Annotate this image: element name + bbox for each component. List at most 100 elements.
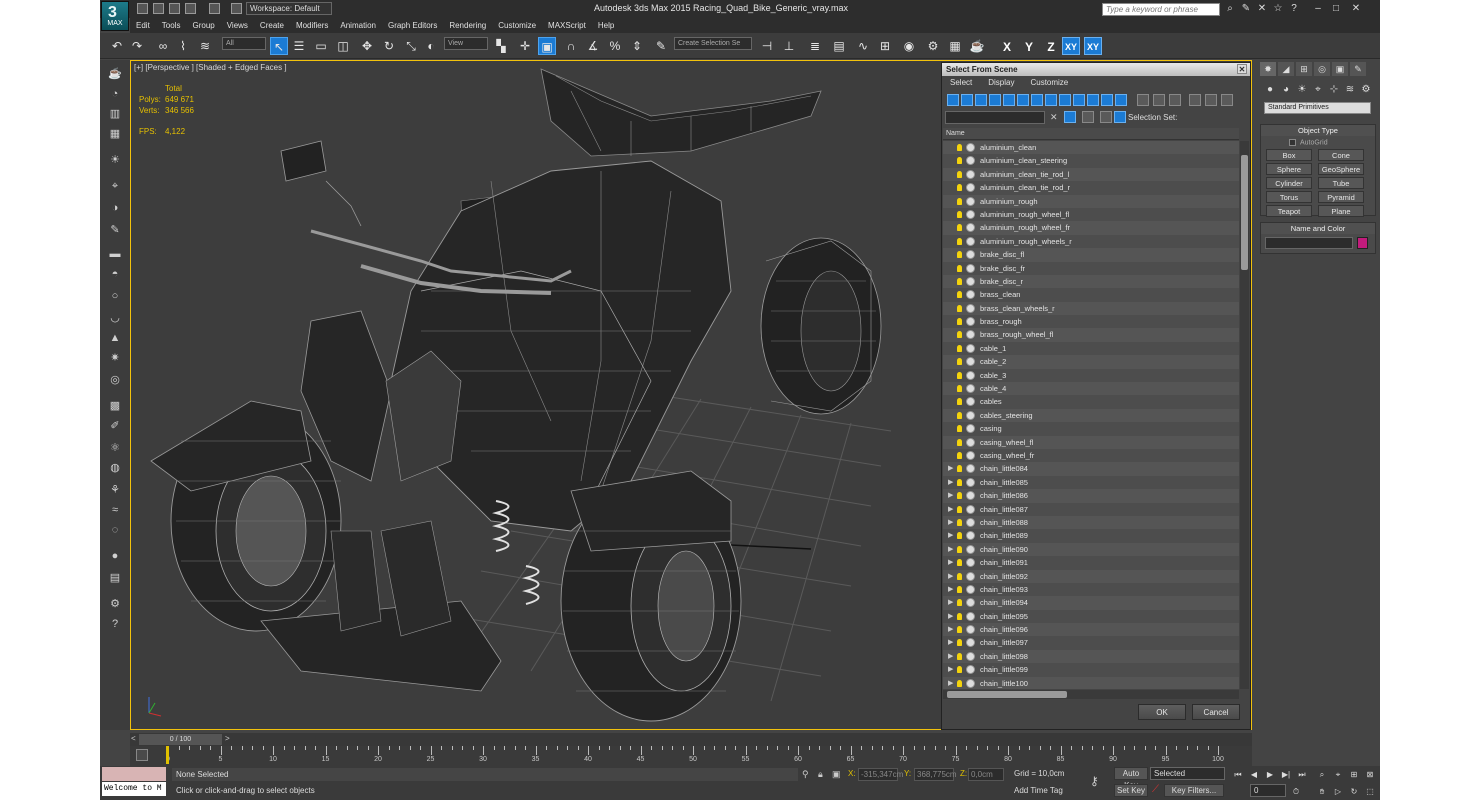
z-coord-field[interactable]: 0,0cm xyxy=(968,768,1004,781)
selection-lock-icon[interactable]: 🔒︎ xyxy=(818,769,823,780)
light-bulb-icon[interactable] xyxy=(957,331,962,339)
light-bulb-icon[interactable] xyxy=(957,358,962,366)
light-bulb-icon[interactable] xyxy=(957,344,962,352)
expand-arrow-icon[interactable]: ▶ xyxy=(948,583,953,596)
hierarchy-tab-icon[interactable]: ⊞ xyxy=(1296,62,1312,76)
graphite-toolset-icon[interactable]: ▤ xyxy=(830,37,848,55)
light-bulb-icon[interactable] xyxy=(957,679,962,687)
paint-icon[interactable]: ✎ xyxy=(107,222,123,238)
keyboard-shortcut-override-icon[interactable]: ▣ xyxy=(538,37,556,55)
list-item[interactable]: brake_disc_fr xyxy=(943,261,1239,275)
light-icon[interactable]: ☀ xyxy=(107,152,123,168)
light-bulb-icon[interactable] xyxy=(957,518,962,526)
list-item[interactable]: ▶ chain_little089 xyxy=(943,529,1239,543)
tube-button[interactable]: Tube xyxy=(1318,177,1364,189)
previous-frame-icon[interactable]: ◀ xyxy=(1248,769,1260,780)
object-name-input[interactable] xyxy=(1265,237,1353,249)
time-slider[interactable]: < 0 / 100 > xyxy=(130,733,1252,746)
list-item[interactable]: ▶ chain_little086 xyxy=(943,489,1239,503)
filter-cameras-icon[interactable] xyxy=(989,94,1001,106)
track-bar[interactable]: 0510152025303540455055606570758085909510… xyxy=(130,746,1252,766)
filter-groups-icon[interactable] xyxy=(1031,94,1043,106)
axis-x-button[interactable]: X xyxy=(998,38,1016,56)
redo-icon[interactable]: ↷ xyxy=(128,37,146,55)
menu-edit[interactable]: Edit xyxy=(130,18,156,33)
save-file-icon[interactable] xyxy=(169,3,180,14)
x-coord-field[interactable]: -315,347cm xyxy=(858,768,903,781)
dialog-menu-customize[interactable]: Customize xyxy=(1022,76,1076,90)
expand-arrow-icon[interactable]: ▶ xyxy=(948,570,953,583)
light-bulb-icon[interactable] xyxy=(957,612,962,620)
filter-selected-icon[interactable] xyxy=(1115,94,1127,106)
axis-z-button[interactable]: Z xyxy=(1042,38,1060,56)
next-frame-icon[interactable]: ▶| xyxy=(1280,769,1292,780)
list-item[interactable]: brake_disc_fl xyxy=(943,248,1239,262)
material-editor-icon[interactable]: ◉ xyxy=(900,37,918,55)
light-bulb-icon[interactable] xyxy=(957,251,962,259)
expand-arrow-icon[interactable]: ▶ xyxy=(948,476,953,489)
sun-icon[interactable]: ✷ xyxy=(107,350,123,366)
filter-containers-icon[interactable] xyxy=(1073,94,1085,106)
dialog-title-bar[interactable]: Select From Scene ✕ xyxy=(942,63,1250,76)
rectangular-selection-icon[interactable]: ▭ xyxy=(312,37,330,55)
light-bulb-icon[interactable] xyxy=(957,545,962,553)
dialog-menu-display[interactable]: Display xyxy=(980,76,1022,90)
app-menu-button[interactable]: 3 MAX xyxy=(101,1,129,31)
favorites-icon[interactable]: ☆ xyxy=(1272,3,1284,15)
select-rotate-icon[interactable]: ↻ xyxy=(380,37,398,55)
menu-customize[interactable]: Customize xyxy=(492,18,542,33)
layer-manager-icon[interactable]: ≣ xyxy=(806,37,824,55)
select-object-icon[interactable]: ↖ xyxy=(270,37,288,55)
material-grid-icon[interactable]: ▤ xyxy=(107,570,123,586)
window-crossing-icon[interactable]: ◫ xyxy=(334,37,352,55)
ok-button[interactable]: OK xyxy=(1138,704,1186,720)
key-set-dropdown[interactable]: Selected xyxy=(1150,767,1225,780)
time-config-icon[interactable]: ⏱︎ xyxy=(1290,786,1302,797)
maxscript-mini-listener[interactable] xyxy=(102,767,166,781)
box-button[interactable]: Box xyxy=(1266,149,1312,161)
light-bulb-icon[interactable] xyxy=(957,585,962,593)
list-item[interactable]: brass_rough_wheel_fl xyxy=(943,328,1239,342)
light-bulb-icon[interactable] xyxy=(957,492,962,500)
list-item[interactable]: brass_clean xyxy=(943,288,1239,302)
sort-list-icon[interactable] xyxy=(1205,94,1217,106)
light-bulb-icon[interactable] xyxy=(957,224,962,232)
curve-editor-icon[interactable]: ∿ xyxy=(854,37,872,55)
space-warps-icon[interactable]: ≋ xyxy=(1344,84,1356,96)
spinner-snap-icon[interactable]: ⇕ xyxy=(628,37,646,55)
axis-y-button[interactable]: Y xyxy=(1020,38,1038,56)
orbit-icon[interactable]: ↻ xyxy=(1348,786,1360,797)
zoom-extents-all-icon[interactable]: ⊠ xyxy=(1364,769,1376,780)
display-tab-icon[interactable]: ▣ xyxy=(1332,62,1348,76)
light-bulb-icon[interactable] xyxy=(957,398,962,406)
list-columns-icon[interactable] xyxy=(1221,94,1233,106)
hair-icon[interactable]: ≈ xyxy=(107,502,123,518)
geosphere-button[interactable]: GeoSphere xyxy=(1318,163,1364,175)
mirror-icon[interactable]: ⊣ xyxy=(758,37,776,55)
add-time-tag[interactable]: Add Time Tag xyxy=(1014,786,1063,795)
list-item[interactable]: casing xyxy=(943,422,1239,436)
list-item[interactable]: brass_rough xyxy=(943,315,1239,329)
bowl-icon[interactable]: ◡ xyxy=(107,310,123,326)
list-item[interactable]: cables_steering xyxy=(943,408,1239,423)
filter-helpers-icon[interactable] xyxy=(1003,94,1015,106)
list-item[interactable]: ▶ chain_little093 xyxy=(943,582,1239,597)
geometry-icon[interactable]: ● xyxy=(1264,84,1276,96)
set-key-button[interactable]: Set Key xyxy=(1114,784,1148,797)
light-bulb-icon[interactable] xyxy=(957,291,962,299)
select-by-name-icon[interactable]: ☰ xyxy=(290,37,308,55)
filter-frozen-icon[interactable] xyxy=(1087,94,1099,106)
axis-xy-cycle-button[interactable]: XY xyxy=(1084,37,1102,55)
light-bulb-icon[interactable] xyxy=(957,184,962,192)
filter-funnel-icon[interactable] xyxy=(1189,94,1201,106)
systems-icon[interactable]: ⚙ xyxy=(1360,84,1372,96)
cone-icon[interactable]: ▲ xyxy=(107,330,123,346)
manipulate-icon[interactable]: ✛ xyxy=(516,37,534,55)
create-tab-icon[interactable]: ✸ xyxy=(1260,62,1276,76)
expand-arrow-icon[interactable]: ▶ xyxy=(948,650,953,663)
link-icon[interactable]: ∞ xyxy=(154,37,172,55)
layers-toggle-icon[interactable] xyxy=(1100,111,1112,123)
paintbrush-icon[interactable]: ✐ xyxy=(107,418,123,434)
light-bulb-icon[interactable] xyxy=(957,505,962,513)
light-bulb-icon[interactable] xyxy=(957,157,962,165)
